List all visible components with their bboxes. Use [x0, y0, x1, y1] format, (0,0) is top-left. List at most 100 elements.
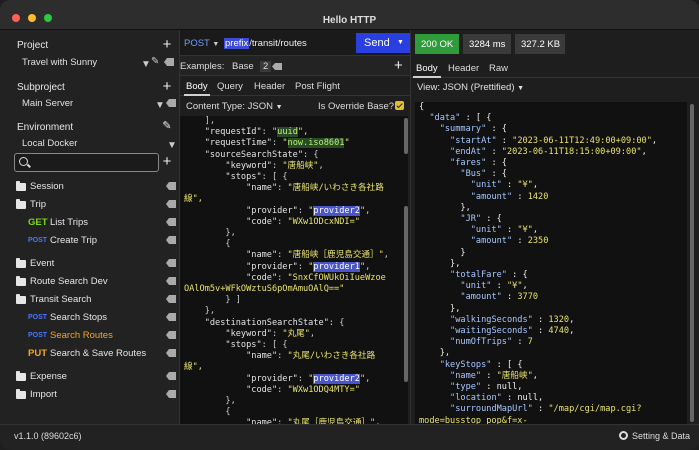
chevron-down-icon: ▼ [141, 59, 151, 70]
delete-icon[interactable] [166, 259, 176, 267]
method-badge: POST [28, 237, 48, 244]
override-checkbox[interactable] [395, 101, 404, 110]
folder-icon [16, 389, 26, 399]
app-window: Hello HTTP Project + Travel with Sunny ▼… [0, 0, 699, 450]
folder-event[interactable]: Event [16, 257, 178, 273]
request-create-trip[interactable]: POST Create Trip [28, 234, 178, 250]
status-bar: v1.1.0 (89602c6) Setting & Data [0, 424, 699, 450]
examples-bar: Examples: Base 2 + [180, 56, 410, 76]
project-selector[interactable]: Travel with Sunny ▼ ✎ [14, 55, 178, 71]
gear-icon[interactable] [619, 431, 628, 440]
version-label: v1.1.0 (89602c6) [14, 431, 82, 441]
editor-scrollbar[interactable] [404, 206, 408, 382]
active-tab-indicator [413, 76, 441, 78]
delete-icon[interactable] [166, 277, 176, 285]
tab-header[interactable]: Header [254, 81, 285, 92]
tab-query[interactable]: Query [217, 81, 243, 92]
size-value: 327.2 KB [521, 39, 561, 50]
view-mode-selector[interactable]: View: JSON (Prettified) ▼ [417, 82, 524, 93]
delete-example-icon[interactable] [272, 63, 282, 70]
request-search-routes[interactable]: POST Search Routes [28, 329, 178, 345]
delete-icon[interactable] [166, 218, 176, 226]
examples-label: Examples: [180, 61, 225, 72]
chevron-down-icon: ▼ [517, 85, 525, 92]
request-search-save-routes[interactable]: PUT Search & Save Routes [28, 347, 178, 363]
chevron-down-icon[interactable]: ▼ [397, 39, 404, 46]
request-label: Create Trip [50, 235, 97, 246]
edit-pencil-icon[interactable]: ✎ [151, 56, 159, 67]
content-type-bar: Content Type: JSON ▼ Is Override Base? [180, 96, 410, 116]
url-bar: POST ▼ prefix/transit/routes Send ▼ [180, 30, 410, 56]
folder-import[interactable]: Import [16, 388, 178, 404]
delete-icon[interactable] [164, 58, 174, 66]
folder-transit-search[interactable]: Transit Search [16, 293, 178, 309]
folder-label: Import [30, 389, 57, 400]
tab-post-flight[interactable]: Post Flight [295, 81, 340, 92]
folder-label: Trip [30, 199, 47, 210]
method-badge: GET [28, 217, 48, 228]
request-list-trips[interactable]: GET List Trips [28, 216, 178, 232]
delete-icon[interactable] [166, 372, 176, 380]
delete-icon[interactable] [166, 99, 176, 107]
example-tab-base[interactable]: Base [232, 61, 254, 72]
folder-label: Route Search Dev [30, 276, 108, 287]
example-tab-2[interactable]: 2 [260, 61, 272, 72]
override-label: Is Override Base? [318, 101, 395, 112]
search-input[interactable] [14, 153, 159, 172]
folder-expense[interactable]: Expense [16, 370, 178, 386]
folder-icon [16, 258, 26, 268]
url-path: /transit/routes [249, 38, 307, 49]
add-item-plus-icon[interactable]: + [161, 154, 173, 169]
request-label: Search Stops [50, 312, 108, 323]
request-search-stops[interactable]: POST Search Stops [28, 311, 178, 327]
search-icon [19, 157, 28, 166]
response-time: 3284 ms [463, 34, 511, 54]
delete-icon[interactable] [166, 200, 176, 208]
add-project-plus-icon[interactable]: + [161, 37, 173, 52]
method-value: POST [184, 38, 210, 49]
delete-icon[interactable] [166, 349, 176, 357]
request-label: Search & Save Routes [50, 348, 147, 359]
chevron-down-icon: ▼ [275, 104, 283, 111]
response-body-viewer[interactable]: { "data" : [ { "summary" : { "startAt" :… [415, 102, 687, 424]
tab-response-raw[interactable]: Raw [489, 63, 508, 74]
time-value: 3284 ms [469, 39, 506, 50]
subproject-value: Main Server [22, 98, 74, 109]
environment-selector[interactable]: Local Docker ▼ [14, 136, 178, 152]
method-badge: POST [28, 314, 48, 321]
folder-session[interactable]: Session [16, 180, 178, 196]
folder-label: Session [30, 181, 64, 192]
send-button[interactable]: Send ▼ [356, 33, 410, 53]
delete-icon[interactable] [166, 236, 176, 244]
delete-icon[interactable] [166, 182, 176, 190]
status-value: 200 OK [421, 39, 454, 50]
response-tabs: Body Header Raw [411, 58, 699, 78]
response-scrollbar[interactable] [690, 104, 694, 422]
add-subproject-plus-icon[interactable]: + [161, 79, 173, 94]
request-body-editor[interactable]: ], "requestId": "uuid", "requestTime": "… [180, 116, 408, 424]
folder-trip[interactable]: Trip [16, 198, 178, 214]
settings-data-button[interactable]: Setting & Data [632, 431, 690, 441]
add-example-plus-icon[interactable]: + [394, 57, 403, 74]
folder-route-search-dev[interactable]: Route Search Dev [16, 275, 178, 291]
window-title: Hello HTTP [322, 15, 377, 26]
tab-response-header[interactable]: Header [448, 63, 479, 74]
response-panel: 200 OK 3284 ms 327.2 KB Body Header Raw … [410, 30, 699, 424]
delete-icon[interactable] [166, 313, 176, 321]
tab-response-body[interactable]: Body [416, 63, 438, 74]
method-selector[interactable]: POST ▼ [184, 38, 219, 49]
delete-icon[interactable] [166, 295, 176, 303]
content-type-selector[interactable]: Content Type: JSON ▼ [186, 101, 283, 112]
delete-icon[interactable] [166, 390, 176, 398]
url-input[interactable]: prefix/transit/routes [224, 38, 307, 49]
delete-icon[interactable] [166, 331, 176, 339]
edit-environment-pencil-icon[interactable]: ✎ [161, 120, 173, 132]
environment-label: Environment [17, 122, 74, 133]
response-size: 327.2 KB [515, 34, 565, 54]
folder-label: Transit Search [30, 294, 92, 305]
subproject-selector[interactable]: Main Server ▼ [14, 96, 178, 112]
tab-body[interactable]: Body [186, 81, 208, 92]
editor-scrollbar-top[interactable] [404, 118, 408, 154]
folder-icon [16, 181, 26, 191]
method-badge: POST [28, 332, 48, 339]
